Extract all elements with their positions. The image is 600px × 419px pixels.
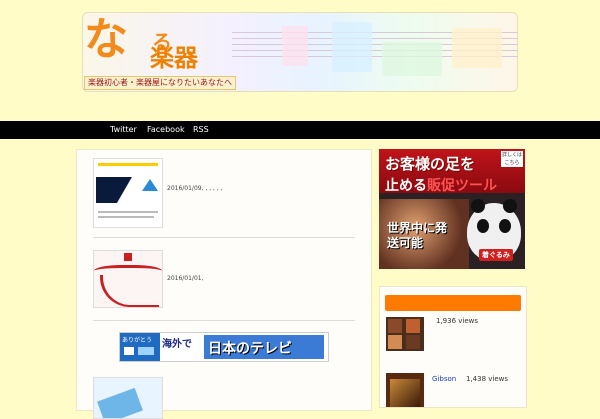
decor-block (282, 26, 308, 66)
ad-badge: 着ぐるみ (479, 249, 513, 261)
panda-ear (471, 199, 485, 213)
thumb-tile (406, 335, 420, 349)
thumb-tile (388, 319, 402, 333)
nav-rss-link[interactable]: RSS (193, 121, 209, 139)
decor-block (452, 28, 502, 68)
post-thumbnail[interactable] (93, 250, 163, 308)
widget-title-bar (385, 295, 521, 311)
decor-block (382, 42, 442, 76)
main-content: 2016/01/09, , , , , , 2016/01/01, ありがとう … (76, 149, 372, 419)
ad-tv-badge (124, 347, 134, 355)
ad-subheadline-b: 販促ツール (427, 178, 497, 194)
popular-post-views: 1,438 views (466, 375, 509, 383)
popular-post-title[interactable]: Gibson (432, 375, 456, 383)
thumb-graphic (124, 253, 132, 261)
ad-subheadline-a: 止める (385, 178, 427, 194)
ad-subheadline: 止める販促ツール (385, 175, 497, 195)
decor-block (332, 22, 372, 72)
thumb-header-bar (98, 163, 158, 166)
post-thumbnail[interactable] (93, 158, 163, 228)
thumb-graphic (97, 387, 143, 418)
post-divider (93, 237, 355, 238)
thumb-graphic (390, 379, 420, 407)
panda-ear (503, 199, 517, 213)
panda-eye (477, 219, 489, 233)
ad-tv-thanks: ありがとう (122, 337, 153, 344)
up-arrow-icon (142, 179, 158, 191)
ad-tv-text: 海外で (162, 339, 192, 350)
site-tagline: 楽器初心者・楽器屋になりたいあなたへ (84, 76, 236, 90)
post-date: 2016/01/01, (167, 275, 204, 282)
nav-bar: Twitter Facebook RSS (0, 121, 600, 139)
ad-tv-badge (138, 347, 154, 355)
popular-post-views: 1,936 views (436, 317, 479, 325)
nav-facebook-link[interactable]: Facebook (147, 121, 185, 139)
ad-headline: お客様の足を (385, 155, 476, 173)
post-divider (93, 320, 355, 321)
post-date: 2016/01/09, , , , , , (167, 185, 223, 192)
thumb-tile (388, 335, 402, 349)
post-thumbnail[interactable] (93, 377, 163, 419)
thumb-text-line (98, 216, 154, 218)
thumb-tile (406, 319, 420, 333)
ad-banner-tv[interactable]: ありがとう 海外で 日本のテレビ (119, 332, 329, 362)
popular-posts-widget: 1,936 views Gibson 1,438 views (379, 286, 527, 408)
nav-twitter-link[interactable]: Twitter (110, 121, 137, 139)
ad-shipping-text: 世界中に発送可能 (387, 221, 448, 250)
header-banner[interactable]: な る 楽器 楽器初心者・楽器屋になりたいあなたへ (82, 12, 518, 92)
popular-post-thumbnail[interactable] (386, 317, 424, 351)
sidebar-ad[interactable]: お客様の足を 止める販促ツール 世界中に発送可能 着ぐるみ 詳しくはこちら (379, 149, 525, 269)
panda-eye (499, 219, 511, 233)
ad-details-button[interactable]: 詳しくはこちら (501, 151, 523, 167)
popular-post-thumbnail[interactable] (386, 373, 424, 407)
thumb-text-line (98, 211, 158, 213)
logo-text: な (84, 14, 128, 65)
thumb-graphic (100, 275, 159, 307)
ad-tv-highlight: 日本のテレビ (208, 341, 292, 357)
logo-sub-text: 楽器 (150, 44, 198, 72)
